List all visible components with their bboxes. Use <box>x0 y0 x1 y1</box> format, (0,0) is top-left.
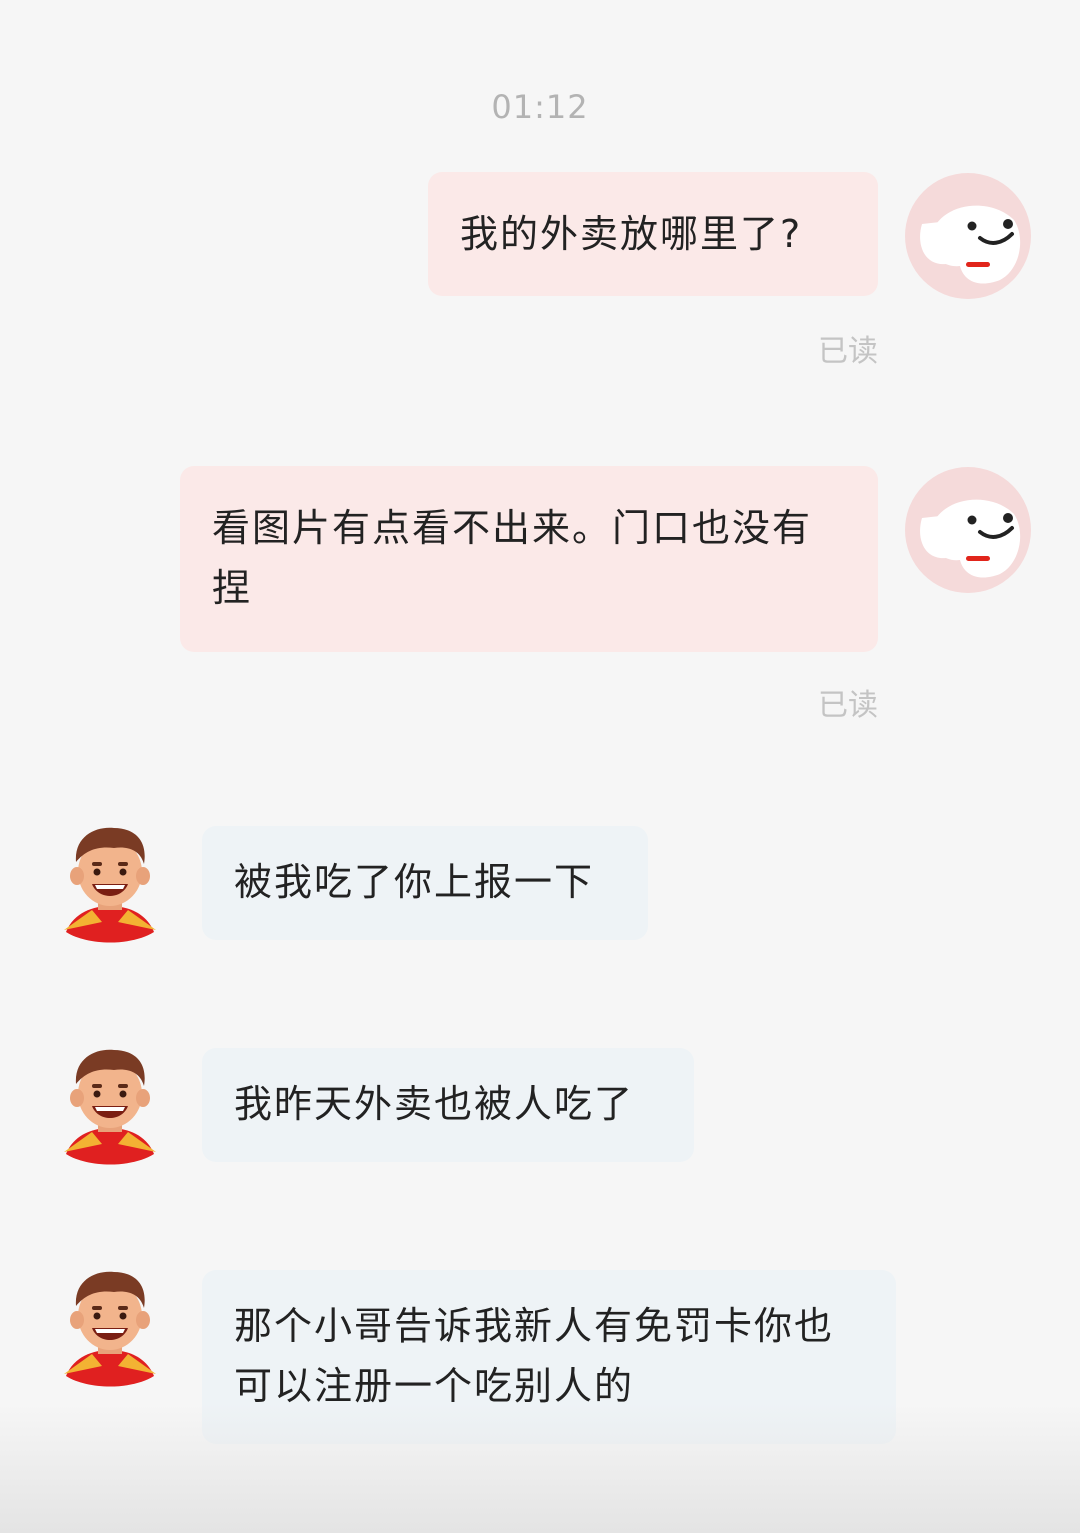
message-text: 我的外卖放哪里了? <box>460 212 803 256</box>
message-text: 看图片有点看不出来。门口也没有捏 <box>212 506 813 610</box>
courier-avatar-icon[interactable] <box>62 1270 158 1388</box>
courier-message-bubble[interactable]: 被我吃了你上报一下 <box>202 826 648 940</box>
read-status: 已读 <box>818 334 878 369</box>
message-text: 那个小哥告诉我新人有免罚卡你也可以注册一个吃别人的 <box>234 1304 835 1408</box>
joy-dog-avatar-icon[interactable] <box>904 466 1032 594</box>
read-status: 已读 <box>818 688 878 723</box>
message-text: 我昨天外卖也被人吃了 <box>234 1082 635 1126</box>
courier-avatar-icon[interactable] <box>62 826 158 944</box>
courier-avatar-icon[interactable] <box>62 1048 158 1166</box>
bottom-fade <box>0 1403 1080 1533</box>
courier-message-bubble[interactable]: 我昨天外卖也被人吃了 <box>202 1048 694 1162</box>
my-message-bubble[interactable]: 我的外卖放哪里了? <box>428 172 878 296</box>
my-message-bubble[interactable]: 看图片有点看不出来。门口也没有捏 <box>180 466 878 652</box>
message-text: 被我吃了你上报一下 <box>234 860 595 904</box>
message-timestamp: 01:12 <box>491 88 589 126</box>
chat-area[interactable]: 01:12 我的外卖放哪里了? 已读 看图片有点看不出来。门口也没有捏 已读 被… <box>0 0 1080 1533</box>
joy-dog-avatar-icon[interactable] <box>904 172 1032 300</box>
